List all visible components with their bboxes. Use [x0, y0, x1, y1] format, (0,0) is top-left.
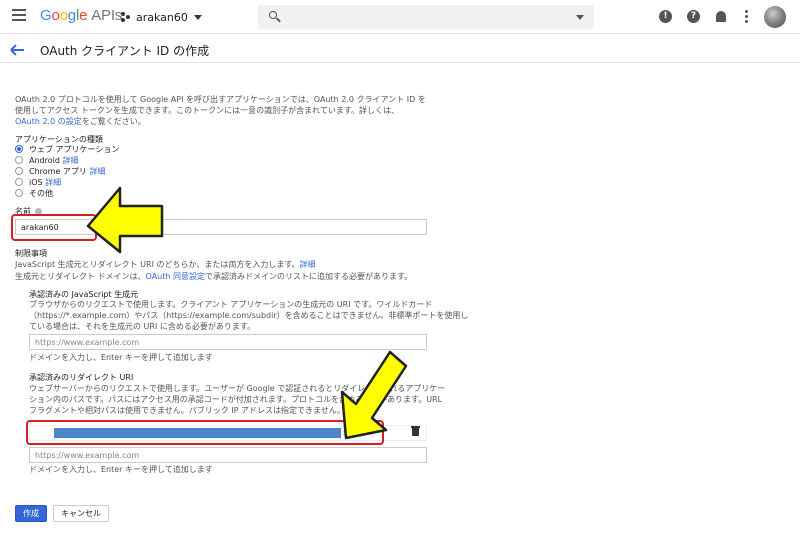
logo-letter: G	[40, 7, 52, 24]
radio-label-other: その他	[29, 189, 53, 198]
redirect-uris-hint: ドメインを入力し、Enter キーを押して追加します	[29, 465, 213, 474]
google-apis-logo[interactable]: Google APIs	[40, 7, 122, 24]
logo-apis-text: APIs	[91, 7, 123, 24]
search-dropdown-icon[interactable]	[576, 15, 584, 20]
ios-detail-link[interactable]: 詳細	[45, 178, 61, 187]
js-origins-desc3: ている場合は、それを生成元の URI に含める必要があります。	[29, 322, 256, 331]
restrictions-line1-text: JavaScript 生成元とリダイレクト URI のどちらか、または両方を入力…	[15, 260, 300, 269]
radio-other[interactable]	[15, 189, 23, 197]
project-selector[interactable]: arakan60	[121, 9, 202, 25]
android-detail-link[interactable]: 詳細	[62, 156, 78, 165]
yellow-arrow-name	[86, 186, 164, 254]
radio-label-ios: iOS 詳細	[29, 177, 61, 188]
intro-text-line2: 使用してアクセス トークンを生成できます。このトークンには一意の識別子が含まれて…	[15, 106, 400, 115]
notifications-icon[interactable]	[716, 11, 726, 22]
logo-letter: o	[59, 7, 68, 24]
highlight-box-redirect	[26, 420, 384, 445]
radio-chrome-app[interactable]	[15, 167, 23, 175]
restrictions-line2-prefix: 生成元とリダイレクト ドメインは、	[15, 272, 146, 281]
redirect-uris-heading: 承認済みのリダイレクト URI	[29, 373, 134, 382]
intro-text-line1: OAuth 2.0 プロトコルを使用して Google API を呼び出すアプリ…	[15, 95, 426, 104]
redirect-uri-input[interactable]: https://www.example.com	[29, 447, 427, 463]
project-name: arakan60	[136, 10, 188, 24]
android-label: Android	[29, 156, 60, 165]
more-options-icon[interactable]	[745, 10, 749, 23]
restrictions-heading: 制限事項	[15, 249, 47, 258]
radio-ios[interactable]	[15, 178, 23, 186]
chrome-label: Chrome アプリ	[29, 167, 87, 176]
top-bar: Google APIs arakan60 ! ?	[0, 0, 800, 34]
create-button[interactable]: 作成	[15, 505, 47, 522]
oauth-consent-link[interactable]: OAuth 同意設定	[146, 272, 205, 281]
ios-label: iOS	[29, 178, 43, 187]
restrictions-line2-suffix: で承認済みドメインのリストに追加する必要があります。	[205, 272, 413, 281]
logo-letter: e	[79, 7, 88, 24]
restrictions-line2: 生成元とリダイレクト ドメインは、OAuth 同意設定で承認済みドメインのリスト…	[15, 271, 412, 282]
feedback-icon[interactable]: !	[659, 10, 672, 23]
delete-icon[interactable]	[411, 426, 420, 436]
avatar[interactable]	[764, 6, 786, 28]
radio-label-chrome: Chrome アプリ 詳細	[29, 166, 105, 177]
redirect-uris-desc3: フラグメントや相対パスは使用できません。パブリック IP アドレスは指定できませ…	[29, 406, 345, 415]
menu-icon[interactable]	[12, 9, 26, 23]
oauth-settings-link[interactable]: OAuth 2.0 の設定	[15, 117, 82, 126]
radio-label-android: Android 詳細	[29, 155, 78, 166]
radio-web-application[interactable]	[15, 145, 23, 153]
chevron-down-icon	[193, 14, 202, 20]
logo-letter: g	[67, 7, 76, 24]
page-title: OAuth クライアント ID の作成	[40, 44, 210, 58]
js-origins-desc2: （https://*.example.com）やパス（https://examp…	[29, 311, 469, 320]
restrictions-detail-link[interactable]: 詳細	[300, 260, 316, 269]
js-origins-hint: ドメインを入力し、Enter キーを押して追加します	[29, 353, 213, 362]
radio-android[interactable]	[15, 156, 23, 164]
search-input[interactable]	[258, 5, 594, 29]
project-dots-icon	[121, 12, 131, 22]
intro-suffix: をご覧ください。	[81, 117, 146, 126]
help-icon[interactable]: ?	[687, 10, 700, 23]
js-origins-desc1: ブラウザからのリクエストで使用します。クライアント アプリケーションの生成元の …	[29, 300, 433, 309]
restrictions-line1: JavaScript 生成元とリダイレクト URI のどちらか、または両方を入力…	[15, 259, 316, 270]
logo-letter: o	[51, 7, 60, 24]
search-icon	[269, 11, 277, 19]
chrome-detail-link[interactable]: 詳細	[89, 167, 105, 176]
back-arrow-icon[interactable]	[10, 44, 24, 56]
yellow-arrow-redirect	[340, 350, 408, 440]
page-header: OAuth クライアント ID の作成	[0, 35, 800, 63]
cancel-button[interactable]: キャンセル	[53, 505, 109, 522]
intro-text-line3: OAuth 2.0 の設定をご覧ください。	[15, 116, 146, 127]
radio-label-web: ウェブ アプリケーション	[29, 145, 120, 154]
